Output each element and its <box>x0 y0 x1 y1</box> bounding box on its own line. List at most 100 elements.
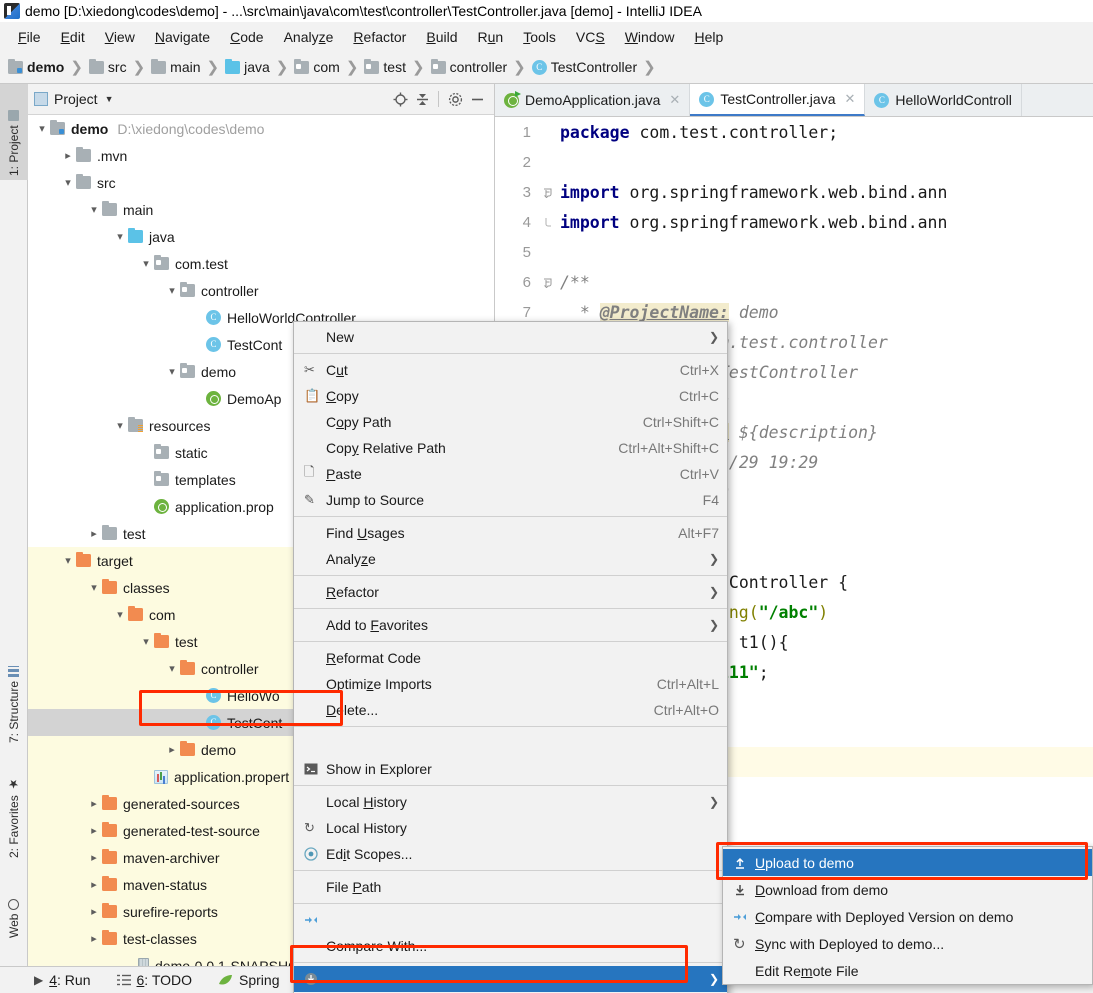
chevron-right-icon[interactable]: ▸ <box>86 527 102 540</box>
breadcrumb-item-src[interactable]: src <box>88 58 127 75</box>
menu-item-vcs[interactable]: VCS <box>566 26 615 48</box>
tree-row-com-test[interactable]: ▾ com.test <box>28 250 494 277</box>
chevron-down-icon[interactable]: ▾ <box>34 122 50 135</box>
menu-item-window[interactable]: Window <box>615 26 685 48</box>
locate-icon[interactable] <box>389 88 411 110</box>
chevron-down-icon[interactable]: ▾ <box>164 662 180 675</box>
menu-item-run[interactable]: Run <box>468 26 514 48</box>
breadcrumb-item-test[interactable]: test <box>364 58 406 75</box>
submenu-item-edit-remote-file[interactable]: Edit Remote File <box>723 957 1092 984</box>
menu-item-paste[interactable]: 🗋 Paste Ctrl+V <box>294 461 727 487</box>
chevron-right-icon[interactable]: ▸ <box>86 932 102 945</box>
breadcrumb-item-main[interactable]: main <box>151 58 201 75</box>
submenu-item-sync-with-deployed[interactable]: ↻ Sync with Deployed to demo... <box>723 930 1092 957</box>
breadcrumb-item-com[interactable]: com <box>294 58 340 75</box>
tree-row-java[interactable]: ▾ java <box>28 223 494 250</box>
status-item-spring[interactable]: Spring <box>218 972 279 988</box>
tree-row-src[interactable]: ▾ src <box>28 169 494 196</box>
menu-item-tools[interactable]: Tools <box>513 26 566 48</box>
chevron-down-icon[interactable]: ▾ <box>164 365 180 378</box>
tree-row-main[interactable]: ▾ main <box>28 196 494 223</box>
sidebar-item-favorites[interactable]: 2: Favorites ★ <box>0 752 28 862</box>
tree-row-controller[interactable]: ▾ controller <box>28 277 494 304</box>
chevron-down-icon[interactable]: ▾ <box>138 257 154 270</box>
menu-item-jump-to-source[interactable]: ✎ Jump to Source F4 <box>294 487 727 513</box>
menu-item-open-in-terminal[interactable]: Show in Explorer <box>294 756 727 782</box>
chevron-down-icon[interactable]: ▾ <box>112 230 128 243</box>
menu-item-copy-path[interactable]: Copy Path Ctrl+Shift+C <box>294 409 727 435</box>
submenu-item-download-from-demo[interactable]: Download from demo <box>723 876 1092 903</box>
chevron-right-icon[interactable]: ▸ <box>60 149 76 162</box>
tab-helloworldcontroller-java[interactable]: C HelloWorldControll <box>865 84 1022 116</box>
menu-item-file[interactable]: File <box>8 26 51 48</box>
chevron-right-icon[interactable]: ▸ <box>86 851 102 864</box>
fold-gutter[interactable] <box>540 217 554 228</box>
breadcrumb-item-java[interactable]: java <box>225 58 270 75</box>
menu-item-analyze[interactable]: Analyze <box>274 26 344 48</box>
chevron-down-icon[interactable]: ▼ <box>105 94 114 104</box>
menu-item-help[interactable]: Help <box>685 26 734 48</box>
tree-row-demo[interactable]: ▾ demo D:\xiedong\codes\demo <box>28 115 494 142</box>
chevron-down-icon[interactable]: ▾ <box>60 176 76 189</box>
tree-row-mvn[interactable]: ▸ .mvn <box>28 142 494 169</box>
status-item-run[interactable]: ▶ 4: Run <box>34 972 91 988</box>
menu-item-new[interactable]: New ❯ <box>294 324 727 350</box>
chevron-right-icon[interactable]: ▸ <box>86 824 102 837</box>
deployment-submenu[interactable]: Upload to demo Download from demo Compar… <box>722 846 1093 985</box>
menu-item-file-path[interactable]: File Path <box>294 874 727 900</box>
chevron-down-icon[interactable]: ▾ <box>86 203 102 216</box>
tab-testcontroller-java[interactable]: C TestController.java ✕ <box>690 84 866 116</box>
menu-item-compare-with[interactable] <box>294 907 727 933</box>
hide-icon[interactable] <box>466 88 488 110</box>
menu-item-edit[interactable]: Edit <box>51 26 95 48</box>
menu-item-edit-scopes[interactable]: Edit Scopes... <box>294 841 727 867</box>
submenu-item-upload-to-demo[interactable]: Upload to demo <box>723 849 1092 876</box>
breadcrumb-item-testcontroller[interactable]: C TestController <box>531 59 637 75</box>
menu-item-build[interactable]: Build <box>416 26 467 48</box>
menu-item-view[interactable]: View <box>95 26 145 48</box>
chevron-down-icon[interactable]: ▾ <box>112 419 128 432</box>
breadcrumb-item-controller[interactable]: controller <box>430 58 507 75</box>
collapse-all-icon[interactable] <box>411 88 433 110</box>
menu-item-copy-relative-path[interactable]: Copy Relative Path Ctrl+Alt+Shift+C <box>294 435 727 461</box>
close-icon[interactable]: ✕ <box>669 92 680 108</box>
menu-item-add-to-favorites[interactable]: Add to Favorites ❯ <box>294 612 727 638</box>
menu-item-deployment[interactable]: ❯ <box>294 966 727 992</box>
menu-item-refactor[interactable]: Refactor ❯ <box>294 579 727 605</box>
fold-gutter[interactable] <box>540 187 554 198</box>
chevron-down-icon[interactable]: ▾ <box>164 284 180 297</box>
menu-item-synchronize[interactable]: ↻ Local History <box>294 815 727 841</box>
menu-item-reformat-code[interactable]: Reformat Code <box>294 645 727 671</box>
menu-item-find-usages[interactable]: Find Usages Alt+F7 <box>294 520 727 546</box>
chevron-right-icon[interactable]: ▸ <box>86 905 102 918</box>
chevron-right-icon[interactable]: ▸ <box>86 878 102 891</box>
tab-demoapplication-java[interactable]: DemoApplication.java ✕ <box>495 84 691 116</box>
menu-item-delete[interactable]: Delete... Ctrl+Alt+O <box>294 697 727 723</box>
chevron-right-icon[interactable]: ▸ <box>164 743 180 756</box>
status-item-todo[interactable]: 6: TODO <box>116 972 192 988</box>
context-menu[interactable]: New ❯ ✂ Cut Ctrl+X 📋 Copy Ctrl+C Copy Pa… <box>293 321 728 993</box>
menu-item-cut[interactable]: ✂ Cut Ctrl+X <box>294 357 727 383</box>
menu-item-refactor[interactable]: Refactor <box>343 26 416 48</box>
menu-item-navigate[interactable]: Navigate <box>145 26 220 48</box>
submenu-item-compare-with-deployed[interactable]: Compare with Deployed Version on demo <box>723 903 1092 930</box>
menu-item-local-history[interactable]: Local History ❯ <box>294 789 727 815</box>
chevron-right-icon[interactable]: ▸ <box>86 797 102 810</box>
chevron-down-icon[interactable]: ▾ <box>112 608 128 621</box>
close-icon[interactable]: ✕ <box>844 91 855 107</box>
menu-item-optimize-imports[interactable]: Optimize Imports Ctrl+Alt+L <box>294 671 727 697</box>
chevron-down-icon[interactable]: ▾ <box>60 554 76 567</box>
menu-item-code[interactable]: Code <box>220 26 273 48</box>
fold-gutter[interactable] <box>540 277 554 288</box>
breadcrumb-item-demo[interactable]: demo <box>8 58 64 75</box>
menu-item-compare-file-with-editor[interactable]: Compare With... <box>294 933 727 959</box>
sidebar-item-web[interactable]: Web <box>0 870 28 942</box>
sidebar-item-project[interactable]: 1: Project <box>0 84 28 180</box>
chevron-down-icon[interactable]: ▾ <box>138 635 154 648</box>
gear-icon[interactable] <box>444 88 466 110</box>
menu-item-copy[interactable]: 📋 Copy Ctrl+C <box>294 383 727 409</box>
sidebar-item-structure[interactable]: 7: Structure <box>0 639 28 747</box>
menu-item-analyze[interactable]: Analyze ❯ <box>294 546 727 572</box>
menu-item-show-in-explorer[interactable] <box>294 730 727 756</box>
chevron-down-icon[interactable]: ▾ <box>86 581 102 594</box>
